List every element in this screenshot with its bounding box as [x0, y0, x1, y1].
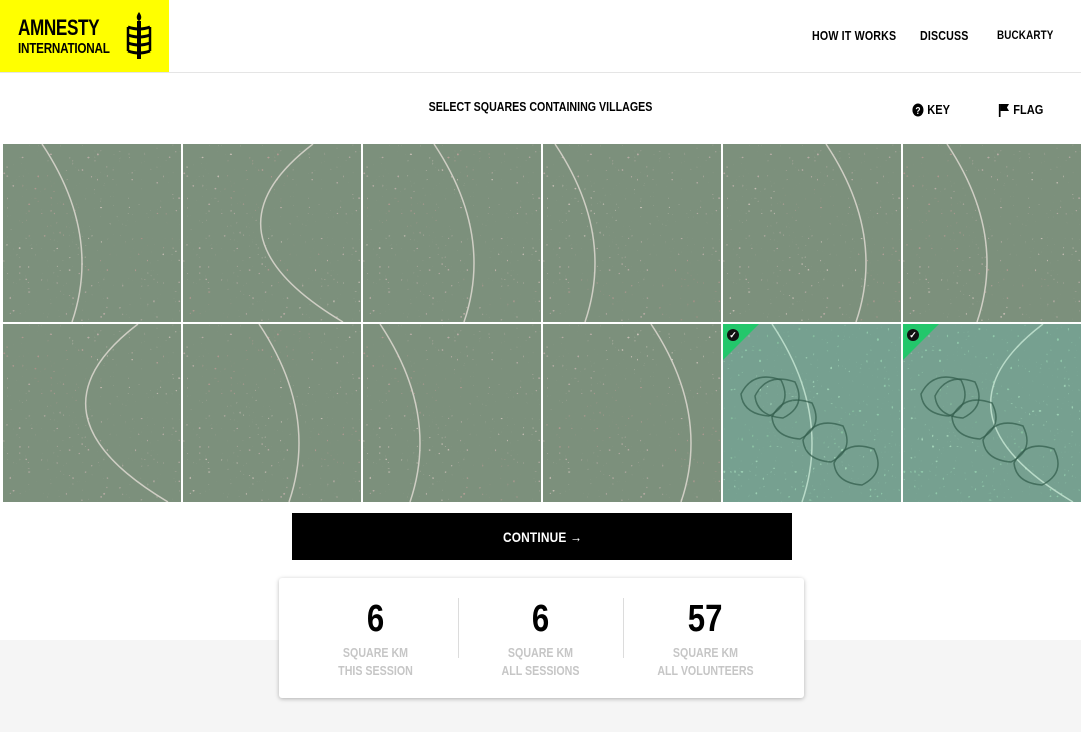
stat-unit: SQUARE KM: [507, 645, 574, 660]
satellite-tile[interactable]: [183, 324, 361, 502]
satellite-image: [183, 324, 361, 502]
nav-how-it-works[interactable]: HOW IT WORKS: [812, 28, 896, 43]
continue-button[interactable]: CONTINUE →: [292, 513, 792, 560]
stat-unit: SQUARE KM: [342, 645, 409, 660]
nav-discuss[interactable]: DISCUSS: [920, 28, 969, 43]
stat-all-sessions: 6 SQUARE KM ALL SESSIONS: [458, 600, 623, 680]
check-icon: ✓: [727, 329, 739, 341]
satellite-tile[interactable]: [723, 144, 901, 322]
satellite-image: [363, 144, 541, 322]
satellite-image: [723, 144, 901, 322]
satellite-tile[interactable]: [363, 144, 541, 322]
satellite-tile[interactable]: [543, 144, 721, 322]
flag-icon: [998, 103, 1010, 117]
satellite-image: [3, 144, 181, 322]
stat-caption: ALL SESSIONS: [501, 663, 580, 678]
flag-button[interactable]: FLAG: [998, 102, 1043, 117]
key-label: KEY: [927, 102, 951, 117]
satellite-tile[interactable]: [3, 144, 181, 322]
satellite-tile[interactable]: [3, 324, 181, 502]
stats-panel: 6 SQUARE KM THIS SESSION 6 SQUARE KM ALL…: [279, 578, 804, 698]
stat-caption: ALL VOLUNTEERS: [657, 663, 754, 678]
stat-value: 6: [531, 598, 550, 640]
stat-unit: SQUARE KM: [672, 645, 739, 660]
satellite-image: [543, 324, 721, 502]
satellite-tile[interactable]: ✓: [903, 324, 1081, 502]
satellite-image: [903, 144, 1081, 322]
continue-label: CONTINUE →: [502, 528, 582, 545]
check-icon: ✓: [907, 329, 919, 341]
stat-value: 57: [688, 598, 723, 640]
satellite-tile[interactable]: [903, 144, 1081, 322]
logo-line-2: INTERNATIONAL: [18, 40, 110, 57]
satellite-image: [363, 324, 541, 502]
stat-caption: THIS SESSION: [338, 663, 413, 678]
svg-text:?: ?: [915, 105, 920, 116]
candle-icon: [126, 12, 152, 59]
help-circle-icon: ?: [912, 103, 924, 116]
satellite-tile[interactable]: [363, 324, 541, 502]
satellite-tile-grid: ✓ ✓: [3, 144, 1081, 502]
stat-all-volunteers: 57 SQUARE KM ALL VOLUNTEERS: [623, 600, 788, 680]
site-header: AMNESTY INTERNATIONAL HOW IT WORKS DISCU…: [0, 0, 1081, 73]
logo-wordmark: AMNESTY INTERNATIONAL: [18, 15, 135, 57]
task-instruction: SELECT SQUARES CONTAINING VILLAGES: [428, 99, 653, 114]
satellite-tile[interactable]: ✓: [723, 324, 901, 502]
nav-user-profile[interactable]: BUCKARTY: [997, 28, 1054, 42]
satellite-image: [543, 144, 721, 322]
logo-line-1: AMNESTY: [18, 15, 100, 40]
stat-value: 6: [366, 598, 385, 640]
flag-label: FLAG: [1013, 102, 1044, 117]
satellite-image: [183, 144, 361, 322]
satellite-tile[interactable]: [543, 324, 721, 502]
amnesty-logo[interactable]: AMNESTY INTERNATIONAL: [0, 0, 169, 72]
key-button[interactable]: ? KEY: [912, 102, 950, 117]
stat-this-session: 6 SQUARE KM THIS SESSION: [293, 600, 458, 680]
satellite-tile[interactable]: [183, 144, 361, 322]
satellite-image: [3, 324, 181, 502]
